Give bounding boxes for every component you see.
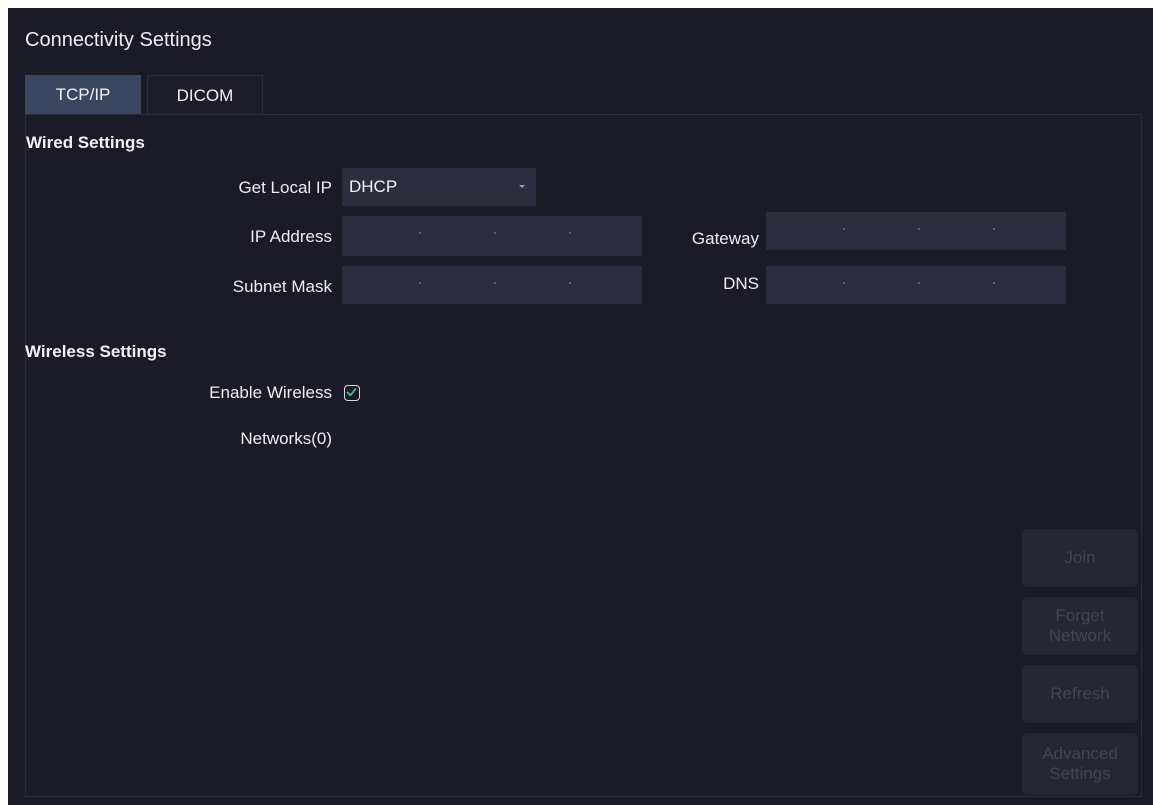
tab-tcp-ip[interactable]: TCP/IP [25, 75, 141, 114]
forget-network-button[interactable]: Forget Network [1022, 597, 1138, 655]
get-local-ip-select[interactable]: DHCP [342, 168, 536, 206]
ip-separator [569, 282, 571, 284]
ip-separator [494, 282, 496, 284]
ip-separator [918, 228, 920, 230]
get-local-ip-label: Get Local IP [238, 178, 332, 197]
enable-wireless-checkbox[interactable] [344, 385, 360, 401]
tab-dicom[interactable]: DICOM [147, 75, 263, 114]
wired-settings-heading: Wired Settings [26, 133, 145, 152]
subnet-mask-label: Subnet Mask [232, 277, 332, 296]
subnet-mask-field[interactable] [342, 266, 642, 304]
enable-wireless-label: Enable Wireless [209, 383, 332, 402]
ip-separator [843, 228, 845, 230]
chevron-down-icon [519, 185, 525, 188]
ip-separator [993, 282, 995, 284]
window-title: Connectivity Settings [25, 29, 212, 51]
connectivity-settings-window: Connectivity Settings TCP/IP DICOM Wired… [8, 8, 1153, 805]
ip-separator [918, 282, 920, 284]
refresh-button[interactable]: Refresh [1022, 665, 1138, 723]
check-icon [346, 388, 357, 397]
wireless-settings-heading: Wireless Settings [25, 342, 167, 361]
gateway-field[interactable] [766, 212, 1066, 250]
join-button[interactable]: Join [1022, 529, 1138, 587]
ip-separator [419, 282, 421, 284]
dns-field[interactable] [766, 266, 1066, 304]
dns-label: DNS [723, 274, 759, 293]
ip-separator [569, 232, 571, 234]
ip-separator [494, 232, 496, 234]
get-local-ip-value: DHCP [349, 177, 398, 196]
ip-separator [843, 282, 845, 284]
ip-separator [993, 228, 995, 230]
ip-address-label: IP Address [250, 227, 332, 246]
gateway-label: Gateway [691, 229, 759, 248]
networks-count-label: Networks(0) [240, 429, 332, 448]
ip-address-field[interactable] [342, 216, 642, 256]
advanced-settings-button[interactable]: Advanced Settings [1022, 733, 1138, 795]
ip-separator [419, 232, 421, 234]
